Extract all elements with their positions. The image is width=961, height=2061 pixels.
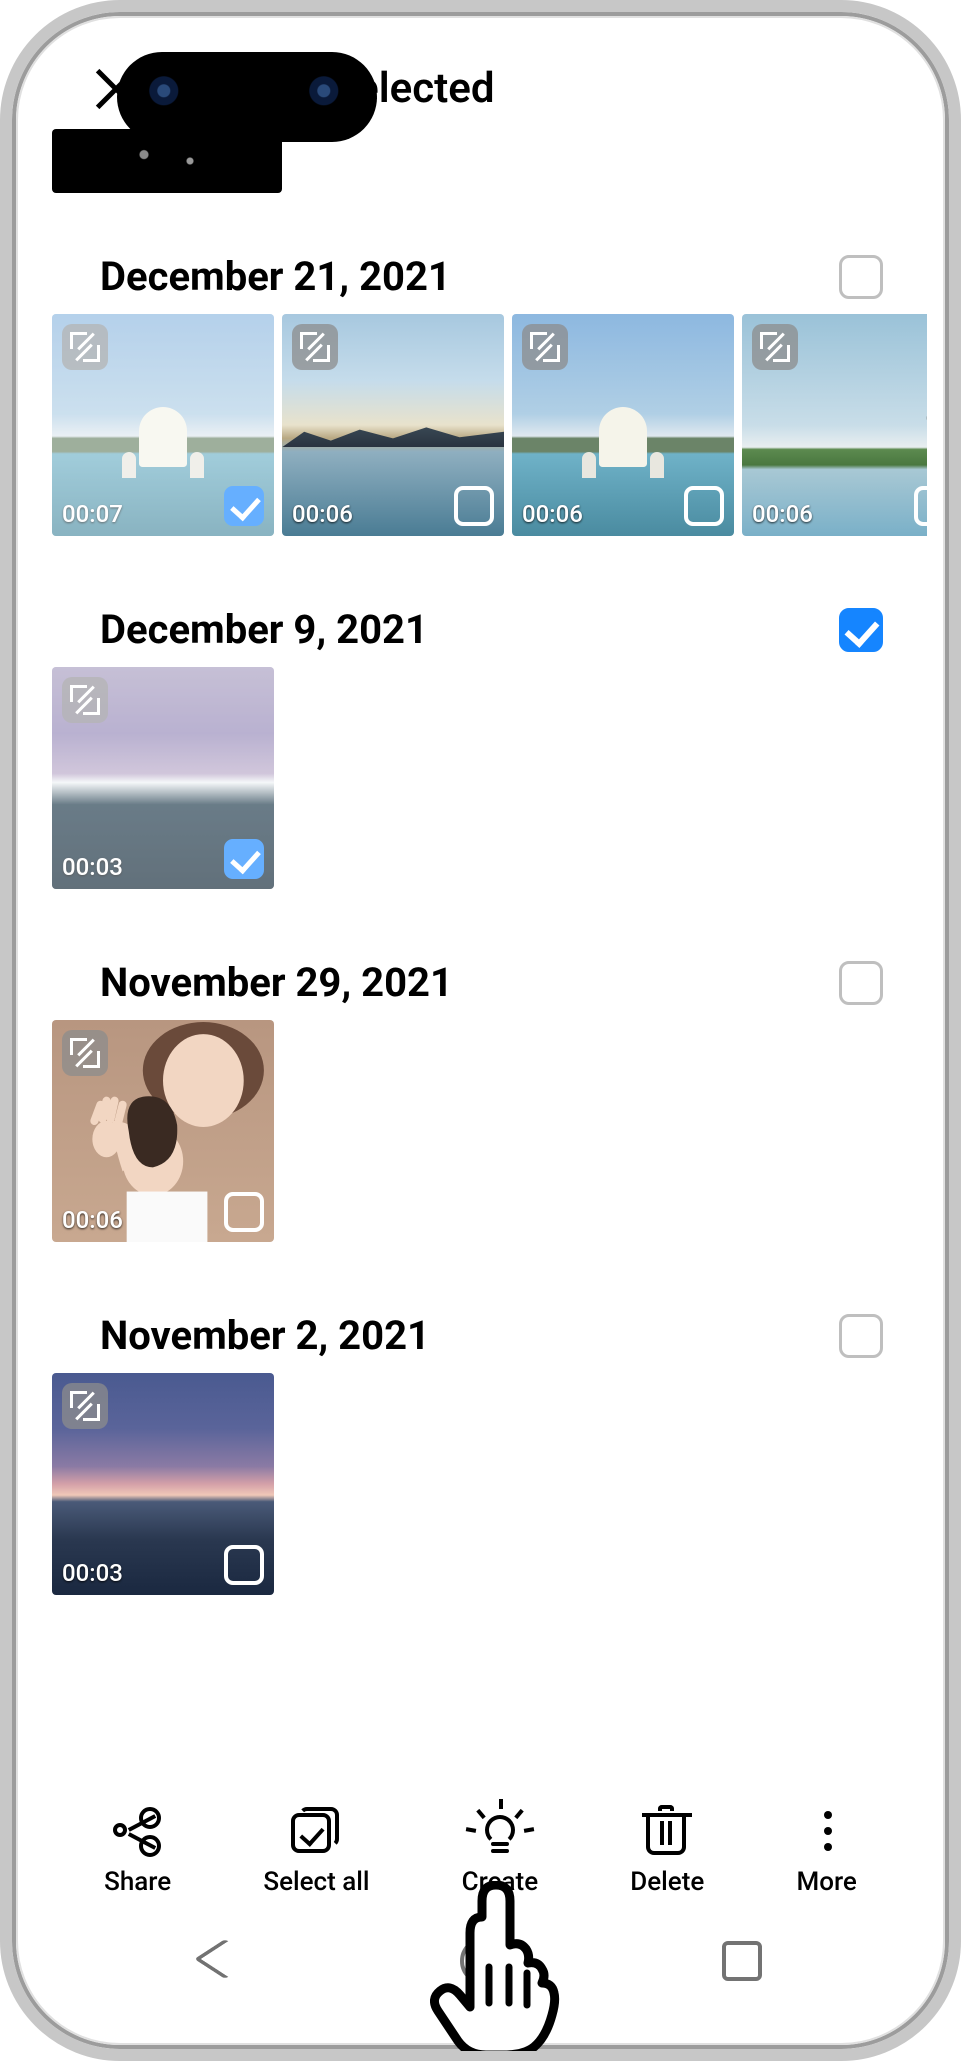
more-button[interactable]: More (796, 1807, 856, 1897)
share-icon (113, 1807, 163, 1857)
duration-label: 00:06 (292, 500, 353, 528)
toolbar-label: Create (462, 1867, 538, 1897)
share-button[interactable]: Share (104, 1807, 171, 1897)
bottom-toolbar: Share Select all Create Delete More (34, 1785, 927, 1897)
nav-recent-icon[interactable] (714, 1933, 762, 1981)
expand-icon[interactable] (292, 324, 338, 370)
duration-label: 00:03 (62, 1559, 123, 1587)
toolbar-label: More (796, 1867, 856, 1897)
expand-icon[interactable] (62, 677, 108, 723)
duration-label: 00:03 (62, 853, 123, 881)
section-date: December 9, 2021 (100, 606, 428, 653)
select-all-button[interactable]: Select all (263, 1807, 369, 1897)
section-select-all-checkbox[interactable] (839, 961, 883, 1005)
section-select-all-checkbox[interactable] (839, 1314, 883, 1358)
section-date: December 21, 2021 (100, 253, 451, 300)
section-select-all-checkbox[interactable] (839, 255, 883, 299)
delete-button[interactable]: Delete (630, 1807, 704, 1897)
thumbnail-checkbox[interactable] (224, 1192, 264, 1232)
thumbnail-checkbox[interactable] (684, 486, 724, 526)
thumbnail-checkbox[interactable] (224, 839, 264, 879)
duration-label: 00:06 (752, 500, 813, 528)
expand-icon[interactable] (62, 1030, 108, 1076)
thumbnail-checkbox[interactable] (224, 1545, 264, 1585)
trash-icon (642, 1807, 692, 1857)
video-thumbnail[interactable]: 00:07 (52, 314, 274, 536)
more-icon (802, 1807, 852, 1857)
toolbar-label: Delete (630, 1867, 704, 1897)
section-date: November 29, 2021 (100, 959, 453, 1006)
thumbnail-checkbox[interactable] (454, 486, 494, 526)
lightbulb-icon (475, 1807, 525, 1857)
duration-label: 00:07 (62, 500, 123, 528)
nav-home-icon[interactable] (456, 1933, 504, 1981)
video-thumbnail[interactable]: 00:06 (742, 314, 927, 536)
duration-label: 00:06 (62, 1206, 123, 1234)
video-thumbnail[interactable]: 00:06 (52, 1020, 274, 1242)
section-select-all-checkbox[interactable] (839, 608, 883, 652)
video-thumbnail[interactable]: 00:06 (512, 314, 734, 536)
video-thumbnail[interactable]: 00:03 (52, 1373, 274, 1595)
nav-back-icon[interactable] (199, 1933, 247, 1981)
duration-label: 00:06 (522, 500, 583, 528)
toolbar-label: Share (104, 1867, 171, 1897)
expand-icon[interactable] (62, 1383, 108, 1429)
create-button[interactable]: Create (462, 1807, 538, 1897)
system-nav-bar (34, 1911, 927, 2027)
thumbnail-checkbox[interactable] (914, 486, 927, 526)
thumbnail-checkbox[interactable] (224, 486, 264, 526)
toolbar-label: Select all (263, 1867, 369, 1897)
expand-icon[interactable] (62, 324, 108, 370)
expand-icon[interactable] (522, 324, 568, 370)
video-thumbnail[interactable]: 00:06 (282, 314, 504, 536)
video-thumbnail[interactable]: 00:03 (52, 667, 274, 889)
select-all-icon (291, 1807, 341, 1857)
expand-icon[interactable] (752, 324, 798, 370)
section-date: November 2, 2021 (100, 1312, 430, 1359)
